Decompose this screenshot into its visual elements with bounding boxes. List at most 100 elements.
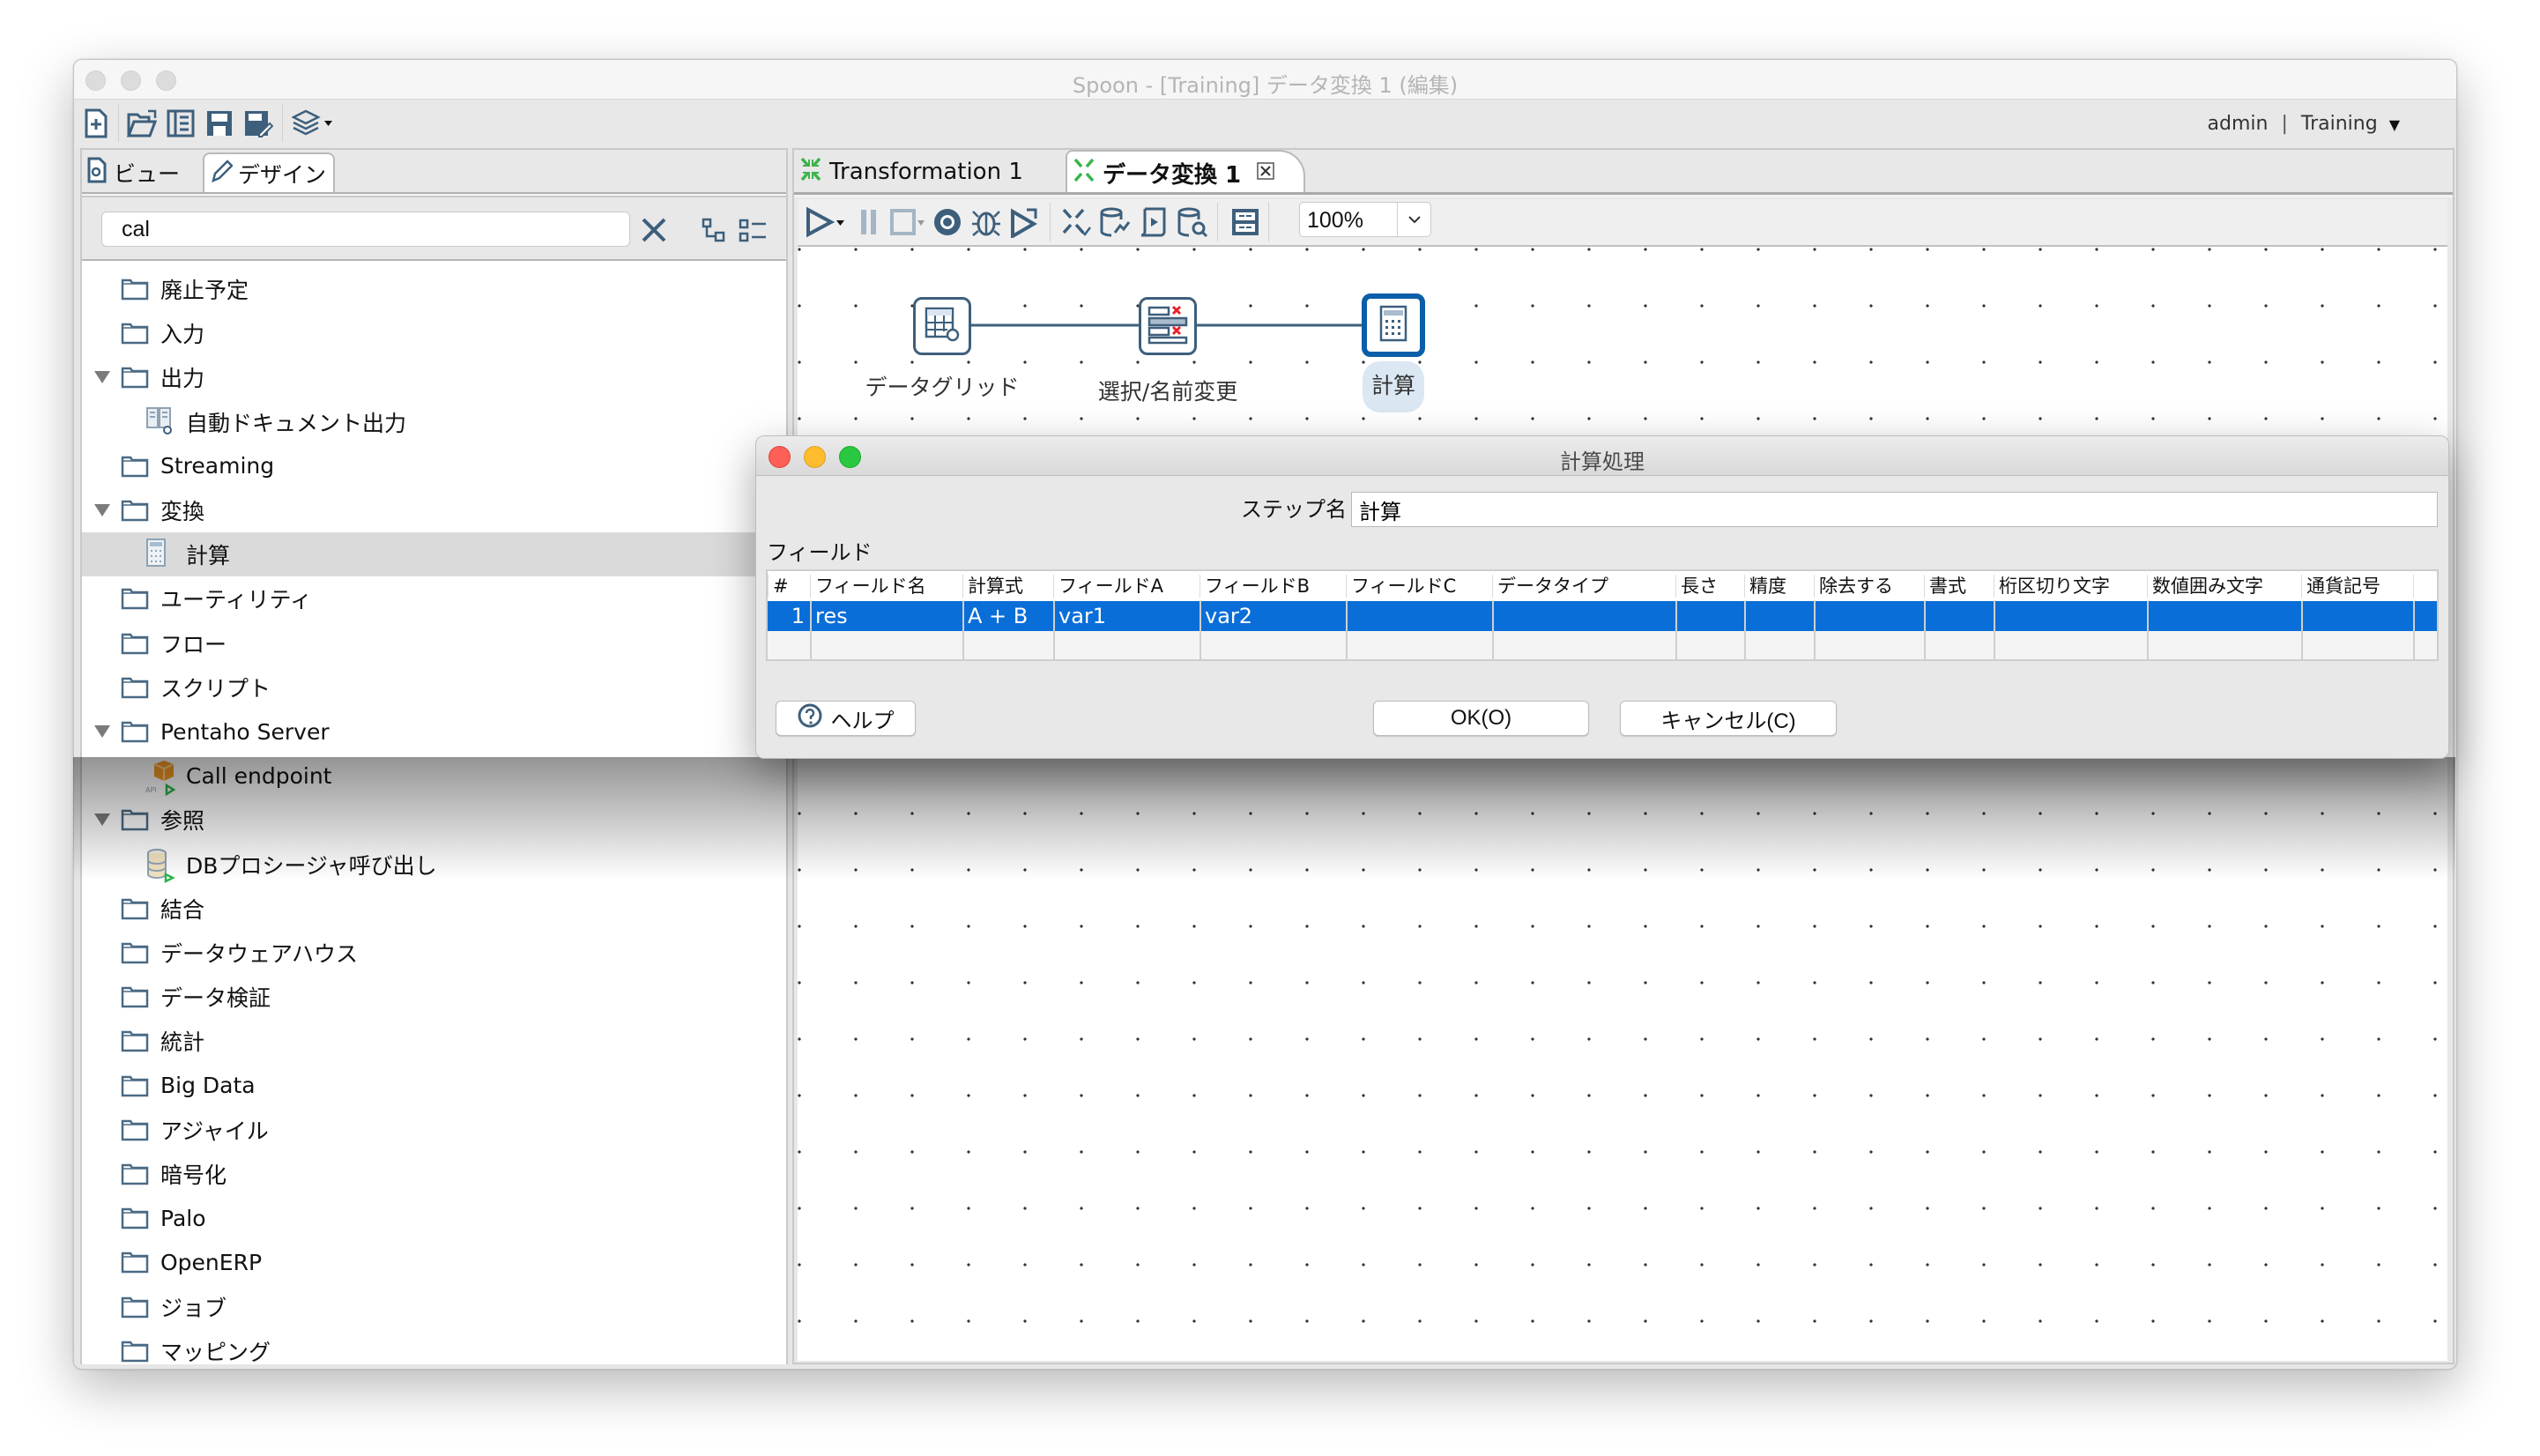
- column-header[interactable]: 桁区切り文字: [1994, 571, 2147, 601]
- column-header[interactable]: 除去する: [1814, 571, 1924, 601]
- empty-table-cell[interactable]: [2147, 631, 2301, 659]
- empty-table-cell[interactable]: [1199, 631, 1346, 659]
- tree-folder[interactable]: データウェアハウス: [82, 931, 786, 975]
- tree-folder[interactable]: Palo: [82, 1196, 786, 1240]
- empty-table-cell[interactable]: [1053, 631, 1199, 659]
- zoom-level-select[interactable]: 100%: [1299, 202, 1431, 237]
- perspective-layers-icon[interactable]: [289, 107, 337, 140]
- tree-step[interactable]: 自動ドキュメント出力: [82, 400, 786, 444]
- column-header[interactable]: 計算式: [962, 571, 1053, 601]
- user-repository-area[interactable]: admin | Training ▼: [2208, 113, 2400, 135]
- stop-icon[interactable]: [889, 206, 926, 241]
- expand-triangle-icon[interactable]: [94, 504, 110, 516]
- empty-table-cell[interactable]: [1924, 631, 1994, 659]
- step-node-calculator[interactable]: [1362, 293, 1425, 357]
- table-cell[interactable]: [1744, 601, 1814, 631]
- empty-table-cell[interactable]: [2413, 631, 2437, 659]
- tree-step[interactable]: 計算: [82, 532, 786, 577]
- empty-table-cell[interactable]: [1744, 631, 1814, 659]
- tree-folder[interactable]: データ検証: [82, 975, 786, 1019]
- new-file-icon[interactable]: [79, 107, 113, 140]
- tab-transformation-1[interactable]: Transformation 1: [799, 150, 1064, 194]
- transformation-canvas[interactable]: データグリッド 選択/名前変更 計算: [798, 245, 2447, 1361]
- table-cell[interactable]: [2301, 601, 2413, 631]
- tree-folder[interactable]: 結合: [82, 887, 786, 931]
- tab-data-transform-1[interactable]: データ変換 1: [1066, 150, 1305, 194]
- empty-table-cell[interactable]: [810, 631, 962, 659]
- column-header[interactable]: 数値囲み文字: [2147, 571, 2301, 601]
- step-node-data-grid[interactable]: [913, 297, 971, 355]
- expand-list-icon[interactable]: [739, 218, 769, 244]
- save-as-icon[interactable]: [241, 107, 275, 140]
- column-header[interactable]: 通貨記号: [2301, 571, 2413, 601]
- step-search-input[interactable]: [101, 212, 630, 247]
- table-cell[interactable]: res: [810, 601, 962, 631]
- table-cell[interactable]: [1346, 601, 1492, 631]
- tree-folder[interactable]: スクリプト: [82, 665, 786, 709]
- show-results-icon[interactable]: [1229, 206, 1261, 241]
- expand-triangle-icon[interactable]: [94, 371, 110, 384]
- column-header[interactable]: 書式: [1924, 571, 1994, 601]
- tree-folder[interactable]: 暗号化: [82, 1152, 786, 1196]
- repository-dropdown-icon[interactable]: ▼: [2389, 116, 2400, 133]
- open-file-icon[interactable]: [125, 107, 159, 140]
- help-button[interactable]: ヘルプ: [776, 701, 916, 736]
- tree-folder[interactable]: 統計: [82, 1019, 786, 1063]
- sql-icon[interactable]: [1138, 206, 1170, 241]
- fields-table[interactable]: # フィールド名 計算式 フィールドA フィールドB フィールドC データタイプ 長さ 精度 除去…: [766, 569, 2439, 661]
- step-node-select-values[interactable]: [1139, 297, 1197, 355]
- table-cell[interactable]: [1814, 601, 1924, 631]
- tree-step[interactable]: API Call endpoint: [82, 754, 786, 798]
- tab-view[interactable]: ビュー: [87, 152, 200, 193]
- debug-icon[interactable]: [970, 206, 1002, 241]
- tree-folder[interactable]: マッピング: [82, 1329, 786, 1364]
- table-cell[interactable]: A + B: [962, 601, 1053, 631]
- table-cell[interactable]: [1492, 601, 1675, 631]
- table-cell[interactable]: [1675, 601, 1744, 631]
- step-tree[interactable]: 廃止予定 入力 出力 自動ドキュメント出力 Streaming 変換 計算 ユーティリティ フロ…: [82, 259, 786, 1364]
- close-tab-icon[interactable]: [1257, 160, 1274, 186]
- table-cell[interactable]: [1994, 601, 2147, 631]
- run-icon[interactable]: [805, 206, 847, 241]
- tree-folder[interactable]: Streaming: [82, 444, 786, 488]
- empty-table-cell[interactable]: [1492, 631, 1675, 659]
- empty-table-cell[interactable]: [2301, 631, 2413, 659]
- empty-table-cell[interactable]: [1346, 631, 1492, 659]
- verify-icon[interactable]: [1060, 206, 1092, 241]
- table-cell[interactable]: var2: [1199, 601, 1346, 631]
- explore-repository-icon[interactable]: [164, 107, 197, 140]
- clear-search-icon[interactable]: [639, 215, 669, 245]
- table-cell[interactable]: [1924, 601, 1994, 631]
- step-name-input[interactable]: [1351, 492, 2438, 527]
- empty-table-cell[interactable]: [1994, 631, 2147, 659]
- tree-folder[interactable]: 入力: [82, 311, 786, 355]
- tree-folder[interactable]: ユーティリティ: [82, 576, 786, 620]
- tree-folder[interactable]: 出力: [82, 355, 786, 399]
- tree-step[interactable]: DBプロシージャ呼び出し: [82, 843, 786, 887]
- collapse-tree-icon[interactable]: [702, 218, 728, 244]
- tree-folder[interactable]: 変換: [82, 488, 786, 532]
- empty-table-cell[interactable]: [962, 631, 1053, 659]
- tree-folder[interactable]: OpenERP: [82, 1240, 786, 1284]
- table-cell[interactable]: [2413, 601, 2437, 631]
- expand-triangle-icon[interactable]: [94, 725, 110, 738]
- tree-folder[interactable]: 参照: [82, 798, 786, 842]
- column-header[interactable]: データタイプ: [1492, 571, 1675, 601]
- tree-folder[interactable]: Pentaho Server: [82, 709, 786, 754]
- empty-table-cell[interactable]: [1675, 631, 1744, 659]
- column-header[interactable]: フィールドA: [1053, 571, 1199, 601]
- save-icon[interactable]: [203, 107, 236, 140]
- cancel-button[interactable]: キャンセル(C): [1620, 701, 1837, 736]
- explore-db-icon[interactable]: [1177, 206, 1208, 241]
- column-header[interactable]: [2413, 571, 2437, 601]
- impact-icon[interactable]: [1099, 206, 1131, 241]
- empty-table-cell[interactable]: [768, 631, 810, 659]
- table-cell[interactable]: [2147, 601, 2301, 631]
- tree-folder[interactable]: アジャイル: [82, 1108, 786, 1152]
- tree-folder[interactable]: Big Data: [82, 1064, 786, 1108]
- preview-icon[interactable]: [932, 206, 963, 241]
- expand-triangle-icon[interactable]: [94, 813, 110, 827]
- tree-folder[interactable]: 廃止予定: [82, 267, 786, 311]
- column-header[interactable]: フィールドC: [1346, 571, 1492, 601]
- tree-folder[interactable]: ジョブ: [82, 1285, 786, 1329]
